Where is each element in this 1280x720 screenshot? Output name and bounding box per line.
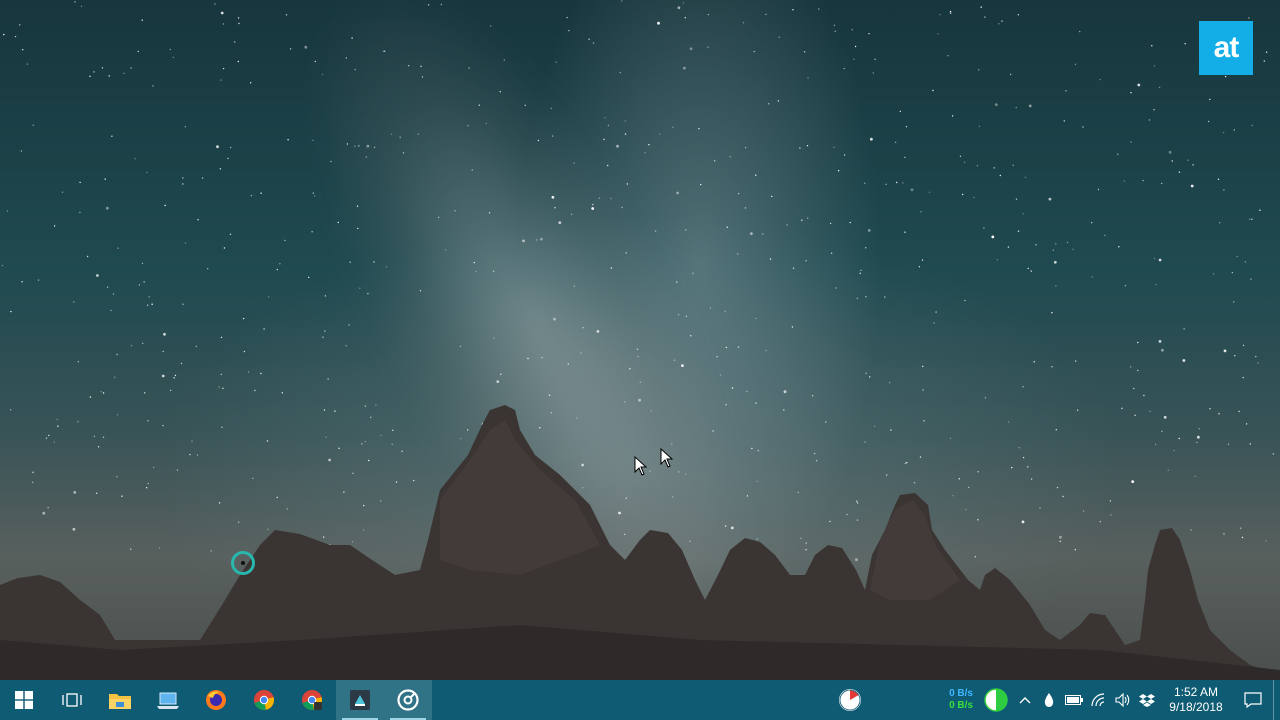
firefox-icon xyxy=(206,690,226,710)
clock-time: 1:52 AM xyxy=(1173,685,1219,699)
volume-icon xyxy=(1115,693,1130,707)
action-center-button[interactable] xyxy=(1233,680,1273,720)
groove-music-icon xyxy=(397,689,419,711)
laptop-icon xyxy=(157,692,179,709)
clock-date: 9/18/2018 xyxy=(1169,700,1223,714)
task-view-icon xyxy=(62,693,82,707)
droplet-icon xyxy=(1044,693,1054,707)
tray-battery[interactable] xyxy=(1061,680,1087,720)
cpu-meter-icon xyxy=(839,689,861,711)
taskbar: 0 B/s 0 B/s 1:52 AM 9/18/2018 xyxy=(0,680,1280,720)
windows-logo-icon xyxy=(15,691,33,709)
cpu-meter-button[interactable] xyxy=(831,680,869,720)
filmora-icon xyxy=(350,690,370,710)
taskbar-app-filmora[interactable] xyxy=(336,680,384,720)
tray-droplet[interactable] xyxy=(1037,680,1061,720)
action-center-icon xyxy=(1244,692,1262,708)
taskbar-app-chrome[interactable] xyxy=(240,680,288,720)
show-desktop-button[interactable] xyxy=(1273,680,1280,720)
status-indicator[interactable] xyxy=(979,680,1013,720)
network-speed-spacer xyxy=(869,680,929,720)
tray-volume[interactable] xyxy=(1111,680,1135,720)
chrome-icon xyxy=(302,690,322,710)
mouse-pointer-icon xyxy=(660,448,674,468)
download-speed: 0 B/s xyxy=(949,700,973,711)
task-view-button[interactable] xyxy=(48,680,96,720)
clock[interactable]: 1:52 AM 9/18/2018 xyxy=(1159,680,1233,720)
system-tray: 0 B/s 0 B/s 1:52 AM 9/18/2018 xyxy=(831,680,1280,720)
desktop-background: at xyxy=(0,0,1280,680)
taskbar-app-firefox[interactable] xyxy=(192,680,240,720)
folder-icon xyxy=(109,694,131,709)
show-hidden-icons-button[interactable] xyxy=(1013,680,1037,720)
taskbar-app-file-explorer[interactable] xyxy=(96,680,144,720)
busy-cursor-icon xyxy=(231,551,255,575)
network-speed-meter[interactable]: 0 B/s 0 B/s xyxy=(929,680,979,720)
mouse-pointer-icon xyxy=(634,456,648,476)
upload-speed: 0 B/s xyxy=(949,688,973,699)
rock-pinnacles xyxy=(0,405,1280,680)
taskbar-app-groove[interactable] xyxy=(384,680,432,720)
tray-dropbox[interactable] xyxy=(1135,680,1159,720)
chevron-up-icon xyxy=(1019,697,1031,704)
taskbar-app-chrome-profile[interactable] xyxy=(288,680,336,720)
wifi-icon xyxy=(1091,693,1105,707)
dropbox-icon xyxy=(1139,694,1155,707)
addictivetips-logo: at xyxy=(1199,21,1253,75)
battery-icon xyxy=(1065,695,1083,705)
chrome-icon xyxy=(254,690,274,710)
taskbar-app-this-pc[interactable] xyxy=(144,680,192,720)
start-button[interactable] xyxy=(0,680,48,720)
green-circle-icon xyxy=(984,688,1008,712)
tray-wifi[interactable] xyxy=(1087,680,1111,720)
